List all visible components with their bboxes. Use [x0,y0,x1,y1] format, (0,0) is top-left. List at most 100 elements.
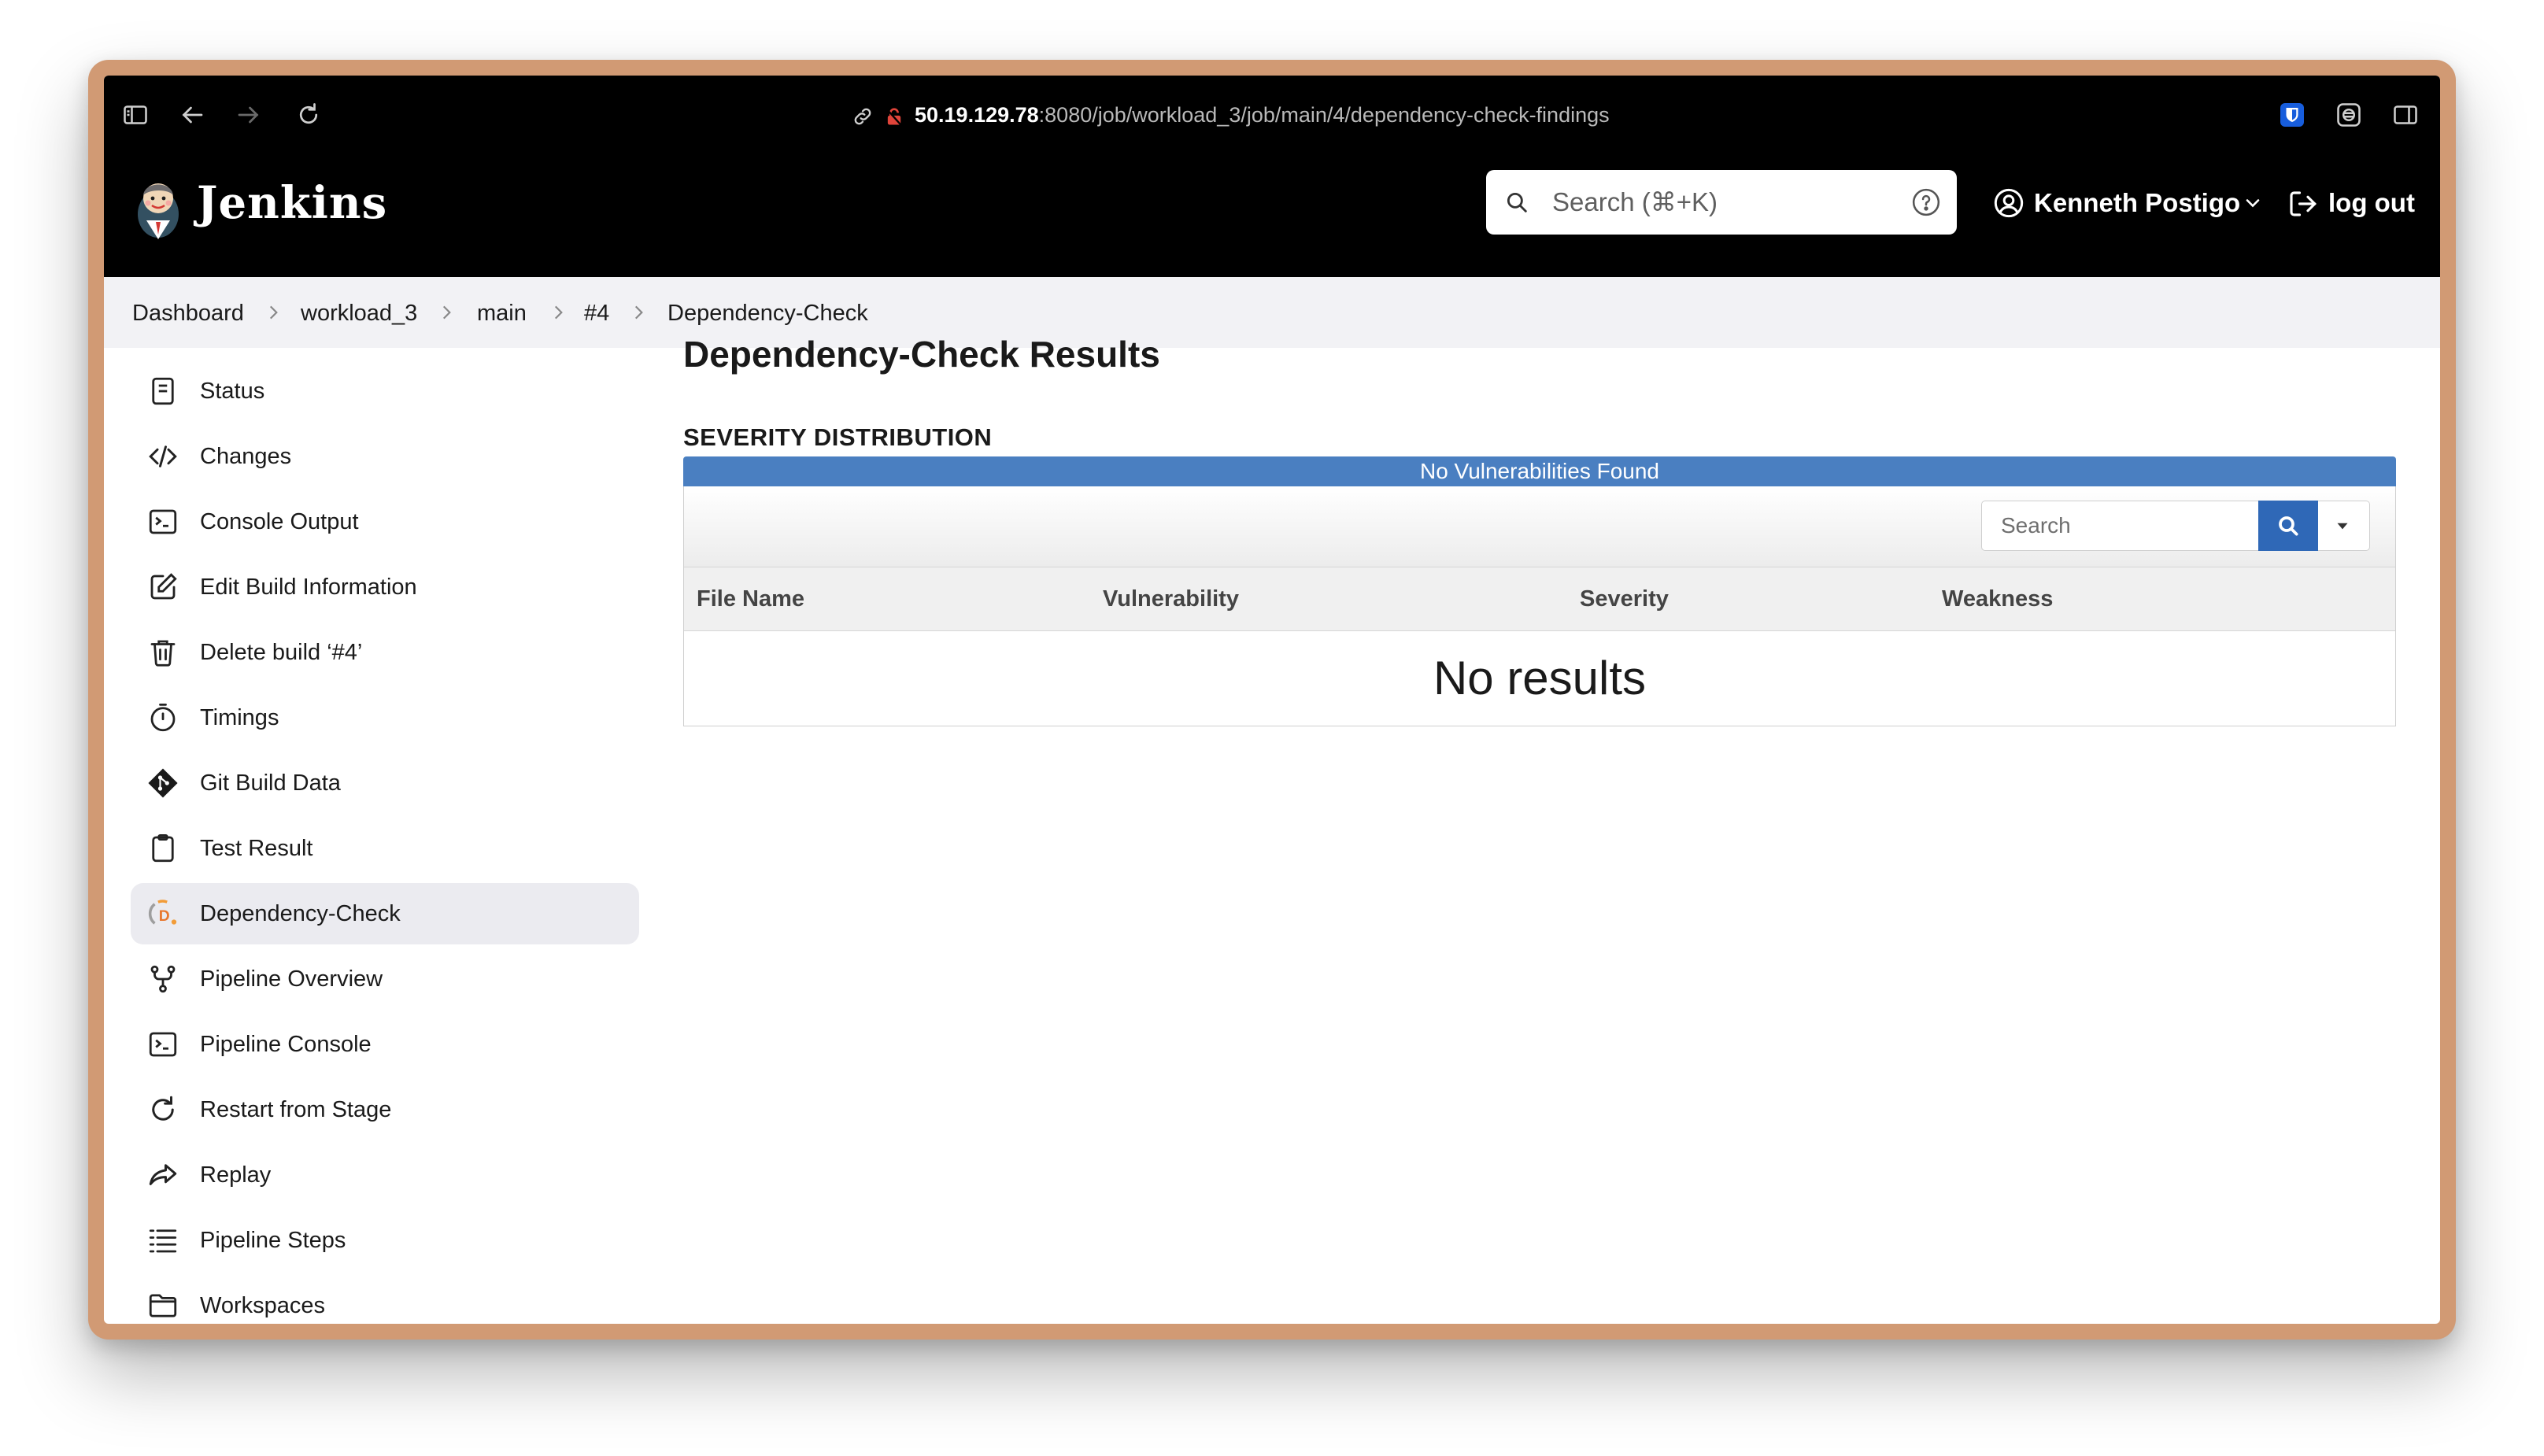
sidebar-item-label: Git Build Data [200,770,341,796]
sidebar-item-label: Restart from Stage [200,1097,392,1122]
sidebar-item-label: Replay [200,1162,272,1188]
column-header-severity[interactable]: Severity [1580,582,1669,616]
chevron-right-icon [436,302,457,323]
chevron-right-icon [263,302,283,323]
sidebar-item-pipeline-console[interactable]: Pipeline Console [131,1014,639,1075]
sidebar-item-label: Delete build ‘#4’ [200,640,363,665]
sidebar-item-test-result[interactable]: Test Result [131,818,639,879]
git-icon [146,767,179,800]
sidebar-item-label: Changes [200,444,292,469]
breadcrumb: Dashboard workload_3 main #4 Dependency-… [104,277,2440,348]
table-search-input[interactable]: Search [1981,501,2258,551]
trash-icon [146,636,179,669]
insecure-lock-icon [883,105,905,127]
sidebar-item-label: Dependency-Check [200,901,401,926]
sidebar-item-pipeline-overview[interactable]: Pipeline Overview [131,948,639,1010]
replay-icon [146,1159,179,1192]
sidebar-item-label: Timings [200,705,279,730]
window-frame: 50.19.129.78:8080/job/workload_3/job/mai… [88,60,2456,1340]
search-icon [2279,516,2298,536]
address-bar[interactable]: 50.19.129.78:8080/job/workload_3/job/mai… [852,99,1610,131]
sidebar-toggle-icon[interactable] [121,101,150,129]
back-arrow-icon[interactable] [178,101,206,129]
sidebar-item-pipeline-steps[interactable]: Pipeline Steps [131,1210,639,1271]
breadcrumb-workload[interactable]: workload_3 [301,296,417,331]
url-path: :8080/job/workload_3/job/main/4/dependen… [1038,103,1610,127]
sidebar-item-dependency-check[interactable]: D Dependency-Check [131,883,639,944]
sidebar-item-label: Edit Build Information [200,575,417,600]
browser-toolbar: 50.19.129.78:8080/job/workload_3/job/mai… [104,76,2440,154]
sidebar-item-workspaces[interactable]: Workspaces [131,1275,639,1324]
jenkins-logo-text[interactable]: Jenkins [197,178,387,228]
sidebar-item-status[interactable]: Status [131,360,639,422]
dependency-check-icon: D [146,897,179,930]
forward-arrow-icon[interactable] [235,101,263,129]
severity-distribution-bar: No Vulnerabilities Found [683,456,2396,486]
header-search-box[interactable]: Search (⌘+K) [1486,170,1957,235]
table-search-dropdown[interactable] [2318,501,2370,551]
sidebar-item-label: Status [200,379,265,404]
page-title: Dependency-Check Results [683,334,1160,375]
user-icon [1993,187,2024,219]
chevron-right-icon [548,302,568,323]
terminal-icon [146,1028,179,1061]
sidebar-item-git-build-data[interactable]: Git Build Data [131,752,639,814]
sidebar-item-console-output[interactable]: Console Output [131,491,639,552]
logout-icon [2286,187,2319,220]
pipeline-icon [146,963,179,996]
sidebar-item-replay[interactable]: Replay [131,1144,639,1206]
caret-down-icon [2337,523,2348,530]
jenkins-header: Jenkins Search (⌘+K) Kenneth Postigo log… [104,154,2440,277]
clipboard-icon [146,832,179,865]
table-toolbar: Search [684,486,2395,567]
table-header: File Name Vulnerability Severity Weaknes… [684,567,2395,631]
table-search-placeholder: Search [2001,513,2071,538]
sidebar-item-edit-build-information[interactable]: Edit Build Information [131,556,639,618]
sidebar-item-label: Workspaces [200,1293,326,1318]
column-header-file-name[interactable]: File Name [697,582,804,616]
stopwatch-icon [146,701,179,734]
breadcrumb-build[interactable]: #4 [584,296,609,331]
sidebar-item-timings[interactable]: Timings [131,687,639,748]
column-header-weakness[interactable]: Weakness [1942,582,2053,616]
sidebar-item-label: Test Result [200,836,313,861]
severity-distribution-heading: SEVERITY DISTRIBUTION [683,423,993,451]
empty-table-message: No results [1433,652,1647,704]
link-icon [852,105,874,127]
reload-icon[interactable] [294,101,323,129]
sidebar-item-label: Console Output [200,509,359,534]
sidebar-item-delete-build[interactable]: Delete build ‘#4’ [131,622,639,683]
extension-icon[interactable] [2335,101,2363,129]
findings-table: Search File Name Vulnerability Severity … [683,486,2396,726]
breadcrumb-dashboard[interactable]: Dashboard [132,296,244,331]
user-name: Kenneth Postigo [2034,188,2241,217]
edit-icon [146,571,179,604]
sidebar-item-changes[interactable]: Changes [131,426,639,487]
svg-text:D: D [159,908,170,925]
header-search-placeholder: Search (⌘+K) [1552,187,1718,216]
url-host: 50.19.129.78 [915,103,1039,127]
chevron-down-icon [2242,192,2264,214]
code-icon [146,440,179,473]
terminal-icon [146,505,179,538]
status-icon [146,375,179,408]
steps-icon [146,1224,179,1257]
bitwarden-extension-icon[interactable] [2278,101,2306,129]
column-header-vulnerability[interactable]: Vulnerability [1103,582,1239,616]
search-icon [1503,189,1530,216]
table-search-button[interactable] [2258,501,2318,551]
sidebar-item-label: Pipeline Steps [200,1228,346,1253]
sidebar-item-restart-from-stage[interactable]: Restart from Stage [131,1079,639,1140]
breadcrumb-current[interactable]: Dependency-Check [667,296,868,331]
logout-label: log out [2328,188,2415,217]
breadcrumb-main[interactable]: main [477,296,527,331]
split-view-icon[interactable] [2391,101,2420,129]
chevron-right-icon [628,302,649,323]
sidebar-item-label: Pipeline Console [200,1032,372,1057]
restart-icon [146,1093,179,1126]
sidebar-item-label: Pipeline Overview [200,966,383,992]
jenkins-butler-icon[interactable] [132,173,184,241]
folder-icon [146,1289,179,1322]
help-icon[interactable] [1911,187,1941,217]
browser-window: 50.19.129.78:8080/job/workload_3/job/mai… [104,76,2440,1324]
